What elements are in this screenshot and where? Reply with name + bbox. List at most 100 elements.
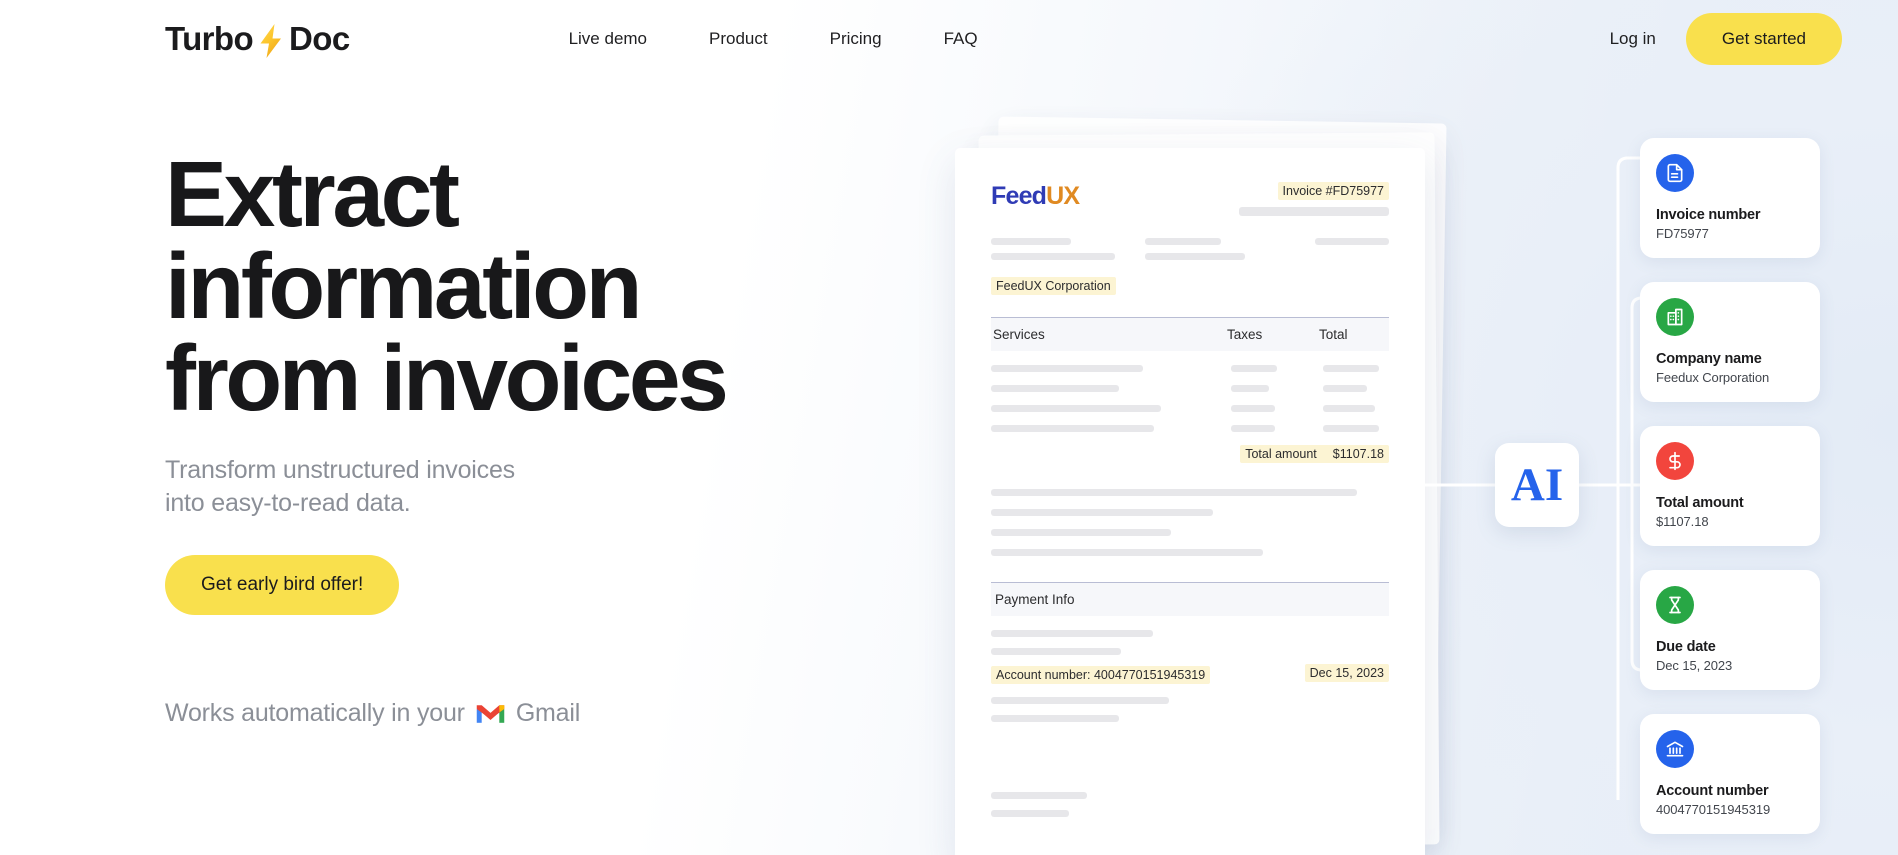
placeholder-bar [991, 489, 1357, 496]
field-label: Invoice number [1656, 207, 1761, 223]
placeholder-bar [991, 365, 1143, 372]
main-navigation: Live demo Product Pricing FAQ [569, 29, 978, 49]
placeholder-bar [991, 509, 1213, 516]
brand-logo[interactable]: Turbo Doc [165, 20, 350, 58]
field-value: Dec 15, 2023 [1656, 658, 1733, 673]
placeholder-bar [1231, 405, 1275, 412]
building-icon [1656, 298, 1694, 336]
field-label: Due date [1656, 639, 1716, 655]
total-label: Total amount [1245, 447, 1317, 461]
placeholder-bar [1323, 405, 1375, 412]
invoice-vendor-logo: FeedUX [991, 182, 1080, 211]
invoice-meta-columns [991, 238, 1389, 268]
field-value: FD75977 [1656, 226, 1709, 241]
extracted-field-total-amount[interactable]: Total amount $1107.18 [1640, 426, 1820, 546]
header-actions: Log in Get started [1610, 13, 1842, 65]
placeholder-bar [991, 715, 1119, 722]
placeholder-bar [991, 385, 1119, 392]
gmail-integration-note: Works automatically in your Gmail [165, 699, 845, 728]
vendor-logo-part-2: UX [1046, 182, 1080, 210]
placeholder-bar [991, 529, 1171, 536]
field-value: Feedux Corporation [1656, 370, 1770, 385]
placeholder-bar [1231, 385, 1269, 392]
headline-line-1: Extract [165, 142, 460, 246]
placeholder-bar [991, 810, 1069, 817]
invoice-meta-col-2 [1145, 238, 1252, 268]
invoice-table-header: Services Taxes Total [991, 317, 1389, 351]
placeholder-bar [1231, 425, 1275, 432]
gmail-icon [476, 703, 505, 725]
nav-item-faq[interactable]: FAQ [944, 29, 978, 49]
extracted-field-account-number[interactable]: Account number 4004770151945319 [1640, 714, 1820, 834]
hero-section: Extract information from invoices Transf… [165, 142, 845, 728]
get-started-button[interactable]: Get started [1685, 13, 1842, 65]
invoice-date-row: Dec 15, 2023 [1304, 664, 1389, 682]
field-value: $1107.18 [1656, 514, 1709, 529]
site-header: Turbo Doc Live demo Product Pricing FAQ … [0, 0, 1898, 78]
ai-badge: AI [1495, 443, 1579, 527]
nav-item-live-demo[interactable]: Live demo [569, 29, 647, 49]
placeholder-bar [991, 238, 1071, 245]
placeholder-bar [991, 697, 1169, 704]
payment-info-header: Payment Info [991, 582, 1389, 616]
invoice-account-highlight: Account number: 4004770151945319 [991, 666, 1211, 684]
works-text: Works automatically in your [165, 699, 465, 728]
invoice-meta-col-3 [1282, 238, 1389, 268]
invoice-company-row: FeedUX Corporation [991, 277, 1389, 295]
extracted-field-invoice-number[interactable]: Invoice number FD75977 [1640, 138, 1820, 258]
total-value: $1107.18 [1332, 447, 1384, 461]
placeholder-bar [1315, 238, 1389, 245]
invoice-total-highlight: Total amount $1107.18 [1240, 445, 1389, 463]
placeholder-bar [991, 253, 1115, 260]
invoice-notes-block [991, 489, 1389, 556]
brand-name-prefix: Turbo [165, 20, 254, 57]
placeholder-bar [991, 405, 1161, 412]
invoice-number-highlight: Invoice #FD75977 [1277, 182, 1389, 200]
bank-icon [1656, 730, 1694, 768]
field-label: Account number [1656, 783, 1769, 799]
placeholder-bar [1323, 365, 1379, 372]
vendor-logo-part-1: Feed [991, 182, 1047, 210]
subhead-line-2: into easy-to-read data. [165, 489, 411, 518]
placeholder-bar [1323, 385, 1367, 392]
extracted-field-company-name[interactable]: Company name Feedux Corporation [1640, 282, 1820, 402]
document-icon [1656, 154, 1694, 192]
table-row [991, 425, 1389, 432]
hourglass-icon [1656, 586, 1694, 624]
lightning-bolt-icon [254, 22, 288, 60]
early-bird-offer-button[interactable]: Get early bird offer! [165, 555, 400, 616]
placeholder-bar [991, 630, 1153, 637]
payment-info-body: Dec 15, 2023 Account number: 40047701519… [991, 630, 1389, 722]
field-value: 4004770151945319 [1656, 802, 1771, 817]
field-label: Total amount [1656, 495, 1744, 511]
placeholder-bar [991, 648, 1121, 655]
invoice-document: FeedUX Invoice #FD75977 FeedUX Corporati… [955, 148, 1425, 855]
login-link[interactable]: Log in [1610, 29, 1656, 49]
invoice-number-block: Invoice #FD75977 [1239, 182, 1389, 216]
invoice-footer-block [991, 792, 1389, 817]
subhead-line-1: Transform unstructured invoices [165, 456, 515, 485]
extracted-fields-list: Invoice number FD75977 Company name Feed… [1640, 138, 1820, 855]
landing-page: Turbo Doc Live demo Product Pricing FAQ … [0, 0, 1898, 855]
headline-line-3: from invoices [165, 326, 729, 431]
nav-item-product[interactable]: Product [709, 29, 768, 49]
field-label: Company name [1656, 351, 1762, 367]
placeholder-bar [1239, 207, 1389, 216]
invoice-header: FeedUX Invoice #FD75977 [991, 182, 1389, 216]
placeholder-bar [1145, 238, 1221, 245]
extracted-field-due-date[interactable]: Due date Dec 15, 2023 [1640, 570, 1820, 690]
hero-subheading: Transform unstructured invoices into eas… [165, 454, 845, 520]
brand-name-suffix: Doc [289, 20, 350, 57]
column-header-total: Total [1319, 327, 1348, 342]
page-title: Extract information from invoices [165, 142, 845, 431]
nav-item-pricing[interactable]: Pricing [830, 29, 882, 49]
invoice-date-highlight: Dec 15, 2023 [1304, 664, 1389, 682]
placeholder-bar [1231, 365, 1277, 372]
invoice-table-rows [991, 365, 1389, 432]
column-header-services: Services [993, 327, 1045, 342]
invoice-company-highlight: FeedUX Corporation [991, 277, 1116, 295]
table-row [991, 385, 1389, 392]
headline-line-2: information [165, 234, 642, 339]
invoice-total-row: Total amount $1107.18 [991, 445, 1389, 463]
gmail-label: Gmail [515, 699, 581, 728]
